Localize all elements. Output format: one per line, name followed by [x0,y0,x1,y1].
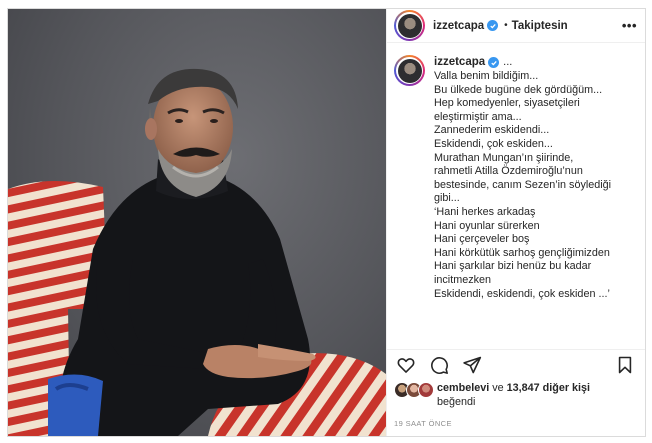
caption-line: rahmetli Atilla Özdemiroğlu’nun [434,165,583,178]
caption-area: izzetcapa ... Valla benim bildiğim... Bu… [387,43,645,349]
first-liker-link[interactable]: cembelevi [437,382,489,394]
post-side-panel: izzetcapa • Takiptesin ••• izzetcapa ... [386,9,645,436]
heart-icon[interactable] [394,353,418,377]
separator-dot: • [504,20,508,31]
action-bar [387,349,645,379]
caption-line: Hani oyunlar sürerken [434,219,540,232]
likes-summary: cembelevi ve 13,847 diğer kişi beğendi [437,381,590,409]
caption-line: gibi... [434,192,460,205]
verified-badge-icon [488,57,500,68]
caption-line: Valla benim bildiğim... [434,70,539,82]
caption-username[interactable]: izzetcapa [434,56,485,70]
avatar-image [397,58,422,83]
instagram-post: izzetcapa • Takiptesin ••• izzetcapa ... [7,8,646,437]
caption-line: bestesinde, canım Sezen’in söylediği [434,178,612,191]
caption: izzetcapa ... Valla benim bildiğim... Bu… [434,56,611,349]
caption-author-avatar[interactable] [394,55,425,86]
paper-plane-icon[interactable] [460,353,484,377]
caption-line: Bu ülkede bugüne dek gördüğüm... [434,83,603,96]
more-options-icon[interactable]: ••• [622,18,637,33]
post-timestamp[interactable]: 19 SAAT ÖNCE [387,409,645,436]
caption-line: Eskidendi, eskidendi, çok eskiden ...’ [434,287,610,300]
caption-line: Hani şarkılar bizi henüz bu kadar [434,260,592,273]
likes-connector: ve [489,382,507,394]
caption-header: izzetcapa ... [434,56,611,69]
caption-line: Murathan Mungan’ın şiirinde, [434,151,574,164]
likes-suffix: beğendi [437,396,476,408]
follow-status-button[interactable]: Takiptesin [512,20,568,32]
author-avatar[interactable] [394,10,425,41]
likes-row: cembelevi ve 13,847 diğer kişi beğendi [387,379,645,409]
verified-badge-icon [487,20,499,31]
comment-icon[interactable] [427,353,451,377]
author-username[interactable]: izzetcapa [433,20,484,32]
caption-line: Zannederim eskidendi... [434,124,550,137]
post-photo[interactable] [8,9,386,436]
caption-line: Hani çerçeveler boş [434,233,530,246]
avatar-image [397,13,422,38]
caption-line: Hep komedyenler, siyasetçileri [434,97,580,110]
post-header: izzetcapa • Takiptesin ••• [387,9,645,43]
portrait-illustration [8,68,386,436]
bookmark-icon[interactable] [613,353,637,377]
caption-line: incitmezken [434,273,492,286]
caption-line: Eskidendi, çok eskiden... [434,137,553,150]
caption-ellipsis: ... [503,55,513,68]
liker-avatar [418,382,434,398]
other-likers-link[interactable]: 13,847 diğer kişi [507,382,590,394]
caption-line: Hani körkütük sarhoş gençliğimizden [434,246,610,259]
liker-avatars[interactable] [394,381,436,399]
caption-line: ‘Hani herkes arkadaş [434,205,536,218]
caption-line: eleştirmiştir ama... [434,110,522,123]
